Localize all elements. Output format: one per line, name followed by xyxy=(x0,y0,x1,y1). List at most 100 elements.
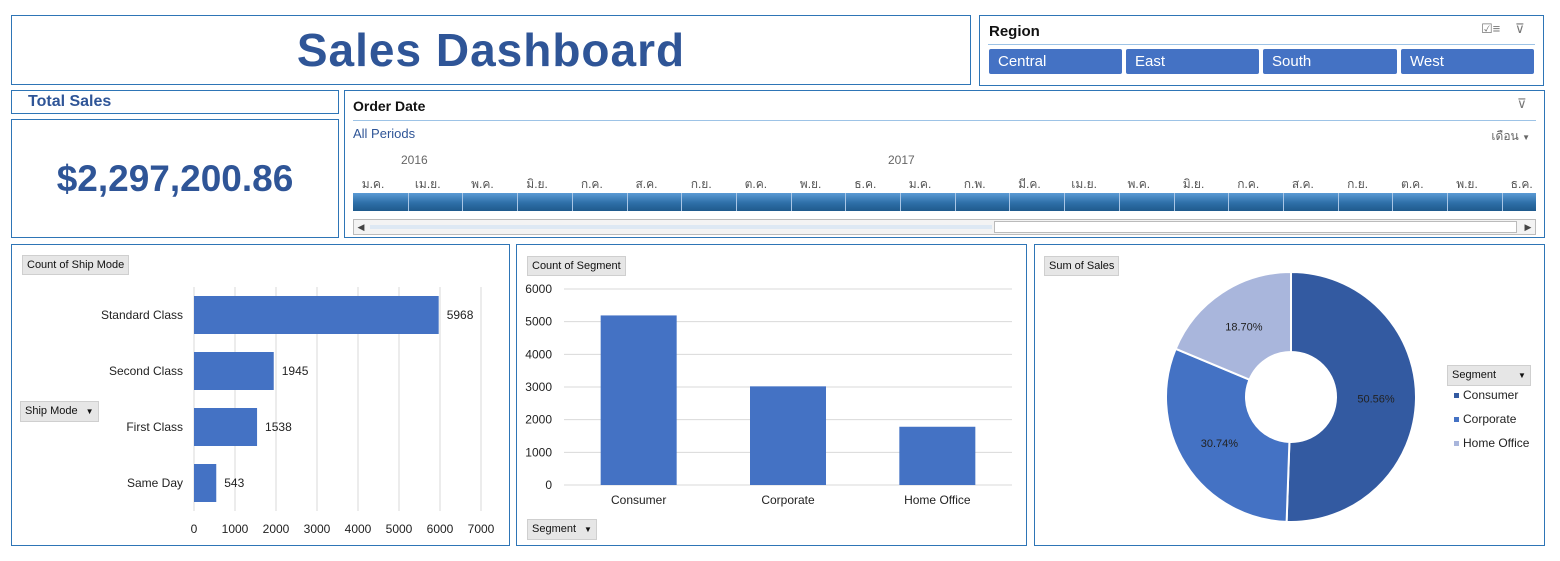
timeline-tick xyxy=(407,193,409,211)
donut-slice xyxy=(1165,347,1291,523)
ship-mode-bar-chart: 0 1000 2000 3000 4000 5000 6000 7000 Standard Cl… xyxy=(101,287,495,536)
timeline-month-label: ม.ค. xyxy=(908,177,932,191)
category-label: Same Day xyxy=(127,476,183,490)
clear-filter-icon[interactable]: ⊽ xyxy=(1515,21,1525,37)
timeline-month-label: มี.ค. xyxy=(1018,177,1041,191)
multi-select-icon[interactable]: ☑≡ xyxy=(1481,21,1500,37)
bar xyxy=(194,464,217,502)
timeline-tick xyxy=(1501,193,1503,211)
timeline-month-label: ก.ค. xyxy=(1237,177,1260,191)
category-label: Home Office xyxy=(904,493,971,507)
bar xyxy=(194,352,274,390)
timeline-month-label: พ.ค. xyxy=(1127,177,1151,191)
timeline-month-label: พ.ย. xyxy=(799,177,822,191)
data-label: 50.56% xyxy=(1357,393,1395,405)
clear-filter-icon[interactable]: ⊽ xyxy=(1517,96,1527,112)
timeline-month-label: ต.ค. xyxy=(744,177,768,191)
region-slicer: Region ☑≡ ⊽ Central East South West xyxy=(979,15,1544,86)
legend-swatch xyxy=(1454,393,1459,398)
timeline-month-label: มิ.ย. xyxy=(1182,177,1205,191)
bar xyxy=(194,408,258,446)
timeline-level-dropdown[interactable]: เดือน ▼ xyxy=(1491,127,1530,146)
timeline-month-label: ก.พ. xyxy=(963,177,986,191)
timeline-tick xyxy=(1282,193,1284,211)
total-sales-header: Total Sales xyxy=(11,90,339,114)
bar xyxy=(194,296,439,334)
timeline-month-label: ม.ค. xyxy=(361,177,385,191)
data-label: 30.74% xyxy=(1201,438,1239,450)
legend-label: Corporate xyxy=(1463,412,1517,426)
timeline-month-label: ส.ค. xyxy=(1291,177,1314,191)
timeline-year-label: 2016 xyxy=(401,153,428,167)
category-label: Standard Class xyxy=(101,308,183,322)
category-label: Second Class xyxy=(109,364,183,378)
data-label: 5968 xyxy=(447,308,474,322)
timeline-tick xyxy=(571,193,573,211)
region-item-central[interactable]: Central xyxy=(989,49,1122,74)
timeline-month-label: ก.ย. xyxy=(1347,177,1369,191)
order-date-timeline: Order Date ⊽ All Periods เดือน ▼ 2016 20… xyxy=(344,90,1545,238)
timeline-month-label: เม.ย. xyxy=(1071,177,1097,191)
y-tick-label: 4000 xyxy=(525,347,552,361)
timeline-periods-label[interactable]: All Periods xyxy=(353,126,415,141)
timeline-month-label: มิ.ย. xyxy=(526,177,548,191)
timeline-level-label: เดือน xyxy=(1491,129,1519,143)
total-sales-value: $2,297,200.86 xyxy=(56,157,294,199)
y-tick-label: 5000 xyxy=(525,315,552,329)
timeline-tick xyxy=(1064,193,1066,211)
timeline-month-label: ส.ค. xyxy=(635,177,658,191)
timeline-tick xyxy=(681,193,683,211)
title-panel: Sales Dashboard xyxy=(11,15,971,85)
x-tick-label: 0 xyxy=(191,522,198,536)
scroll-left-icon[interactable]: ◀ xyxy=(354,220,368,234)
data-label: 1538 xyxy=(265,420,292,434)
bar xyxy=(750,386,826,485)
slicer-divider xyxy=(988,44,1535,45)
category-label: Corporate xyxy=(761,493,815,507)
timeline-month-label: ต.ค. xyxy=(1401,177,1424,191)
timeline-tick xyxy=(845,193,847,211)
timeline-year-label: 2017 xyxy=(888,153,915,167)
scroll-right-icon[interactable]: ▶ xyxy=(1521,220,1535,234)
region-item-south[interactable]: South xyxy=(1263,49,1397,74)
timeline-scrollbar[interactable]: ◀ ▶ xyxy=(353,219,1536,235)
timeline-tick xyxy=(1228,193,1230,211)
segment-column-chart: 0 1000 2000 3000 4000 5000 6000 Consumer Corpora… xyxy=(525,282,1012,507)
timeline-month-label: เม.ย. xyxy=(414,177,441,191)
timeline-tick xyxy=(1173,193,1175,211)
timeline-month-label: ธ.ค. xyxy=(854,177,877,191)
timeline-tick xyxy=(954,193,956,211)
total-sales-label: Total Sales xyxy=(28,93,112,110)
timeline-month-label: พ.ย. xyxy=(1456,177,1478,191)
x-tick-label: 7000 xyxy=(468,522,495,536)
timeline-tick xyxy=(1337,193,1339,211)
timeline-tick xyxy=(1118,193,1120,211)
scrollbar-thumb[interactable] xyxy=(994,221,1517,233)
category-label: Consumer xyxy=(611,493,666,507)
region-item-east[interactable]: East xyxy=(1126,49,1259,74)
timeline-tick xyxy=(517,193,519,211)
legend-label: Consumer xyxy=(1463,388,1518,402)
data-label: 1945 xyxy=(282,364,309,378)
timeline-header: Order Date xyxy=(353,98,426,114)
total-sales-card: $2,297,200.86 xyxy=(11,119,339,238)
timeline-month-label: ก.ย. xyxy=(690,177,712,191)
segment-chart-panel: Count of Segment Segment ▼ 0 1000 2000 3000 4… xyxy=(516,244,1027,546)
bar xyxy=(899,426,976,485)
x-tick-label: 1000 xyxy=(222,522,249,536)
timeline-tick xyxy=(900,193,901,211)
timeline-tick xyxy=(790,193,792,211)
y-tick-label: 6000 xyxy=(525,282,552,296)
y-tick-label: 2000 xyxy=(525,413,552,427)
timeline-month-label: ก.ค. xyxy=(580,177,603,191)
timeline-tick xyxy=(1392,193,1394,211)
bar xyxy=(600,315,677,485)
region-item-west[interactable]: West xyxy=(1401,49,1534,74)
timeline-bar[interactable] xyxy=(353,193,1536,211)
chevron-down-icon: ▼ xyxy=(1522,133,1530,142)
x-tick-label: 5000 xyxy=(386,522,413,536)
ship-mode-chart-panel: Count of Ship Mode Ship Mode ▼ 0 1000 2000 3… xyxy=(11,244,510,546)
sales-donut-panel: Sum of Sales Segment ▼ 50.56% 30.74% 18.70%… xyxy=(1034,244,1545,546)
legend-label: Home Office xyxy=(1463,436,1530,450)
donut-slice xyxy=(1285,270,1417,523)
